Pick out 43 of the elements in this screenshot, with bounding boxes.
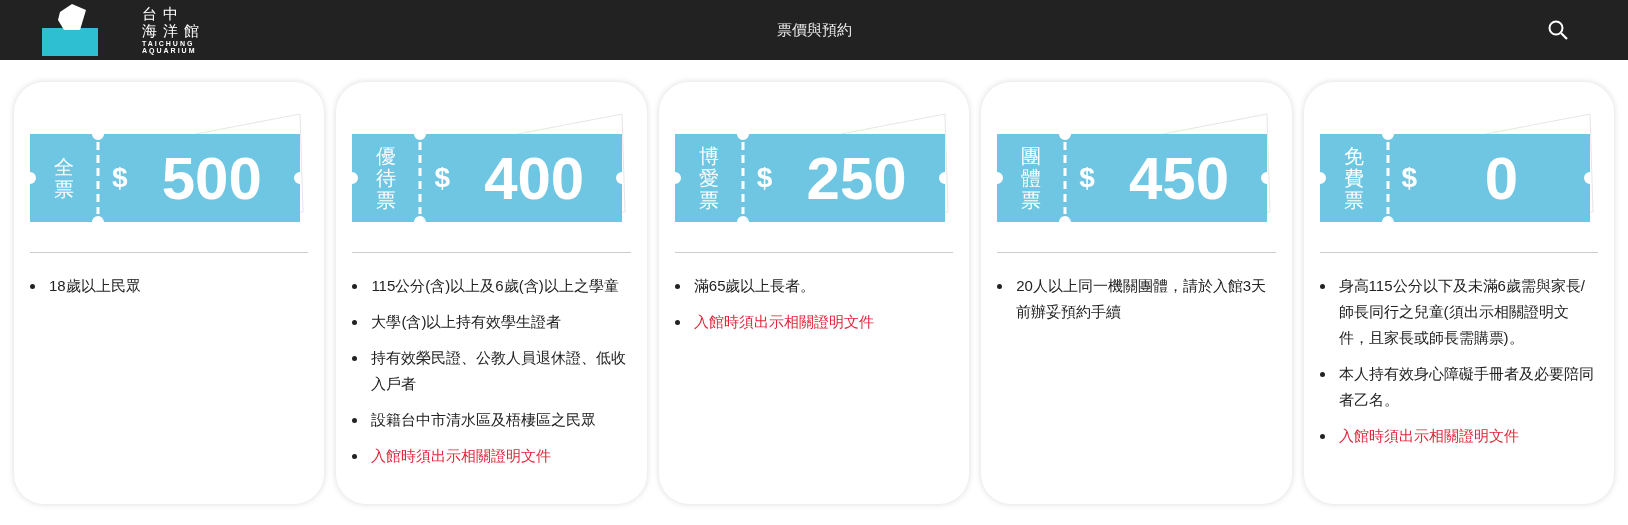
notice-item: 入館時須出示相關證明文件 (371, 446, 552, 466)
bullet-icon (674, 320, 680, 325)
ticket-type: 博愛票 (698, 145, 719, 211)
bullet-icon (997, 284, 1003, 289)
currency-sign: $ (756, 162, 773, 194)
currency-sign: $ (1401, 162, 1418, 194)
currency-sign: $ (434, 162, 450, 194)
page-title: 票價與預約 (776, 20, 852, 40)
bullet-icon (352, 418, 358, 423)
ticket-type: 團體票 (1021, 145, 1042, 211)
bullet-icon (352, 454, 358, 459)
eligibility-item: 本人持有效身心障礙手冊者及必要陪同者乙名。 (1338, 364, 1595, 410)
search-icon[interactable] (1548, 20, 1568, 40)
ticket-price: 0 (1483, 143, 1520, 213)
eligibility-item: 20人以上同一機關團體，請於入館3天前辦妥預約手續 (1016, 276, 1268, 322)
bullet-icon (30, 284, 35, 289)
ticket-type: 免費票 (1343, 145, 1364, 211)
notice-item: 入館時須出示相關證明文件 (693, 312, 874, 332)
bullet-icon (1319, 372, 1325, 377)
currency-sign: $ (112, 162, 128, 194)
logo-name: 台 中 (142, 6, 181, 21)
bullet-icon (352, 320, 358, 325)
ticket-type: 優待票 (376, 145, 397, 211)
currency-sign: $ (1079, 162, 1095, 194)
ticket-price: 450 (1127, 143, 1231, 213)
bullet-icon (1319, 434, 1325, 439)
bullet-icon (352, 284, 358, 289)
bullet-icon (352, 356, 358, 361)
eligibility-item: 設籍台中市清水區及梧棲區之民眾 (371, 410, 597, 430)
eligibility-item: 持有效榮民證、公教人員退休證、低收入戶者 (371, 348, 628, 394)
eligibility-item: 滿65歲以上長者。 (693, 276, 816, 296)
eligibility-item: 115公分(含)以上及6歲(含)以上之學童 (371, 276, 619, 296)
eligibility-item: 身高115公分以下及未滿6歲需與家長/師長同行之兒童(須出示相關證明文件，且家長或師長需購票)。 (1338, 276, 1587, 348)
notice-item: 入館時須出示相關證明文件 (1338, 426, 1519, 446)
logo-name: 海 洋 館 (142, 23, 201, 38)
eligibility-item: 18歲以上民眾 (49, 276, 141, 296)
ticket-price: 400 (483, 143, 586, 213)
bullet-icon (674, 284, 680, 289)
bullet-icon (1319, 284, 1325, 289)
ticket-price: 250 (805, 143, 908, 213)
eligibility-item: 大學(含)以上持有效學生證者 (371, 312, 562, 332)
ticket-price: 500 (160, 143, 263, 213)
ticket-type: 全票 (54, 156, 74, 200)
